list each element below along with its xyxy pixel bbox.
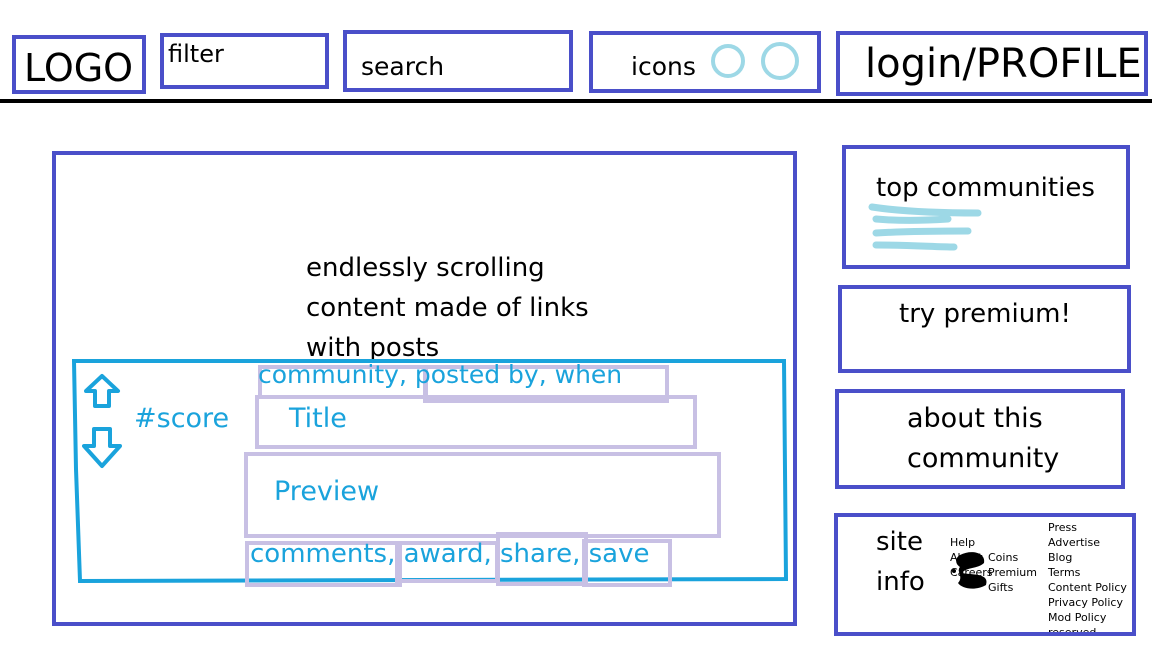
footer-link[interactable]: Privacy Policy	[1048, 595, 1127, 610]
footer-link[interactable]: Mod Policy	[1048, 610, 1127, 625]
footer-link[interactable]: Advertise	[1048, 535, 1127, 550]
community-list-scribble	[868, 203, 982, 251]
post-preview-text: Preview	[274, 476, 380, 507]
circle-icon[interactable]	[711, 44, 745, 78]
logo-text: LOGO	[24, 46, 134, 90]
circle-icon[interactable]	[761, 42, 799, 80]
about-community-panel: about this community	[835, 389, 1125, 489]
about-line-1: about this	[907, 403, 1043, 434]
site-info-panel: site info Help About Careers Coins Premi…	[834, 513, 1136, 636]
footer-link[interactable]: Press	[1048, 520, 1127, 535]
header-divider	[0, 99, 1152, 103]
header-icons: icons	[589, 31, 821, 93]
top-communities-title: top communities	[876, 173, 1095, 203]
footer-link[interactable]: Content Policy	[1048, 580, 1127, 595]
login-profile-button[interactable]: login/PROFILE	[836, 31, 1148, 96]
search-input[interactable]: search	[343, 30, 573, 92]
footer-link[interactable]: Help	[950, 535, 993, 550]
post-actions: comments, award, share, save	[250, 539, 650, 569]
footer-link: reserved	[1048, 626, 1097, 636]
post-score: #score	[134, 403, 230, 434]
footer-link[interactable]: Coins	[988, 550, 1037, 565]
top-communities-panel[interactable]: top communities	[842, 145, 1130, 269]
upvote-arrow-icon[interactable]	[84, 373, 124, 409]
icons-label: icons	[631, 52, 696, 81]
filter-button[interactable]: filter	[160, 33, 329, 89]
post-title-text: Title	[289, 403, 347, 434]
footer-link[interactable]: Premium	[988, 565, 1037, 580]
login-label: login/PROFILE	[865, 41, 1142, 87]
site-info-line-2: info	[876, 567, 925, 597]
post-card[interactable]: #score community, posted by, when Title …	[72, 359, 788, 587]
post-meta: community, posted by, when	[258, 360, 623, 389]
post-preview[interactable]: Preview	[244, 452, 721, 538]
site-links-col-3: Press Advertise Blog Terms Content Polic…	[1048, 520, 1127, 636]
premium-label: try premium!	[899, 299, 1071, 329]
downvote-arrow-icon[interactable]	[82, 426, 126, 470]
feed-description: endlessly scrolling content made of link…	[306, 248, 589, 368]
feed-line: content made of links	[306, 293, 589, 323]
logo[interactable]: LOGO	[12, 35, 146, 94]
feed-line: endlessly scrolling	[306, 253, 545, 283]
post-title[interactable]: Title	[255, 395, 697, 449]
footer-link[interactable]: Blog	[1048, 550, 1127, 565]
try-premium-panel[interactable]: try premium!	[838, 285, 1131, 373]
search-label: search	[361, 52, 445, 81]
footer-link[interactable]: Gifts	[988, 580, 1037, 595]
footer-link[interactable]: Terms	[1048, 565, 1127, 580]
about-line-2: community	[907, 443, 1060, 474]
filter-label: filter	[168, 40, 224, 68]
site-links-col-2: Coins Premium Gifts	[988, 550, 1037, 595]
site-info-line-1: site	[876, 527, 923, 557]
